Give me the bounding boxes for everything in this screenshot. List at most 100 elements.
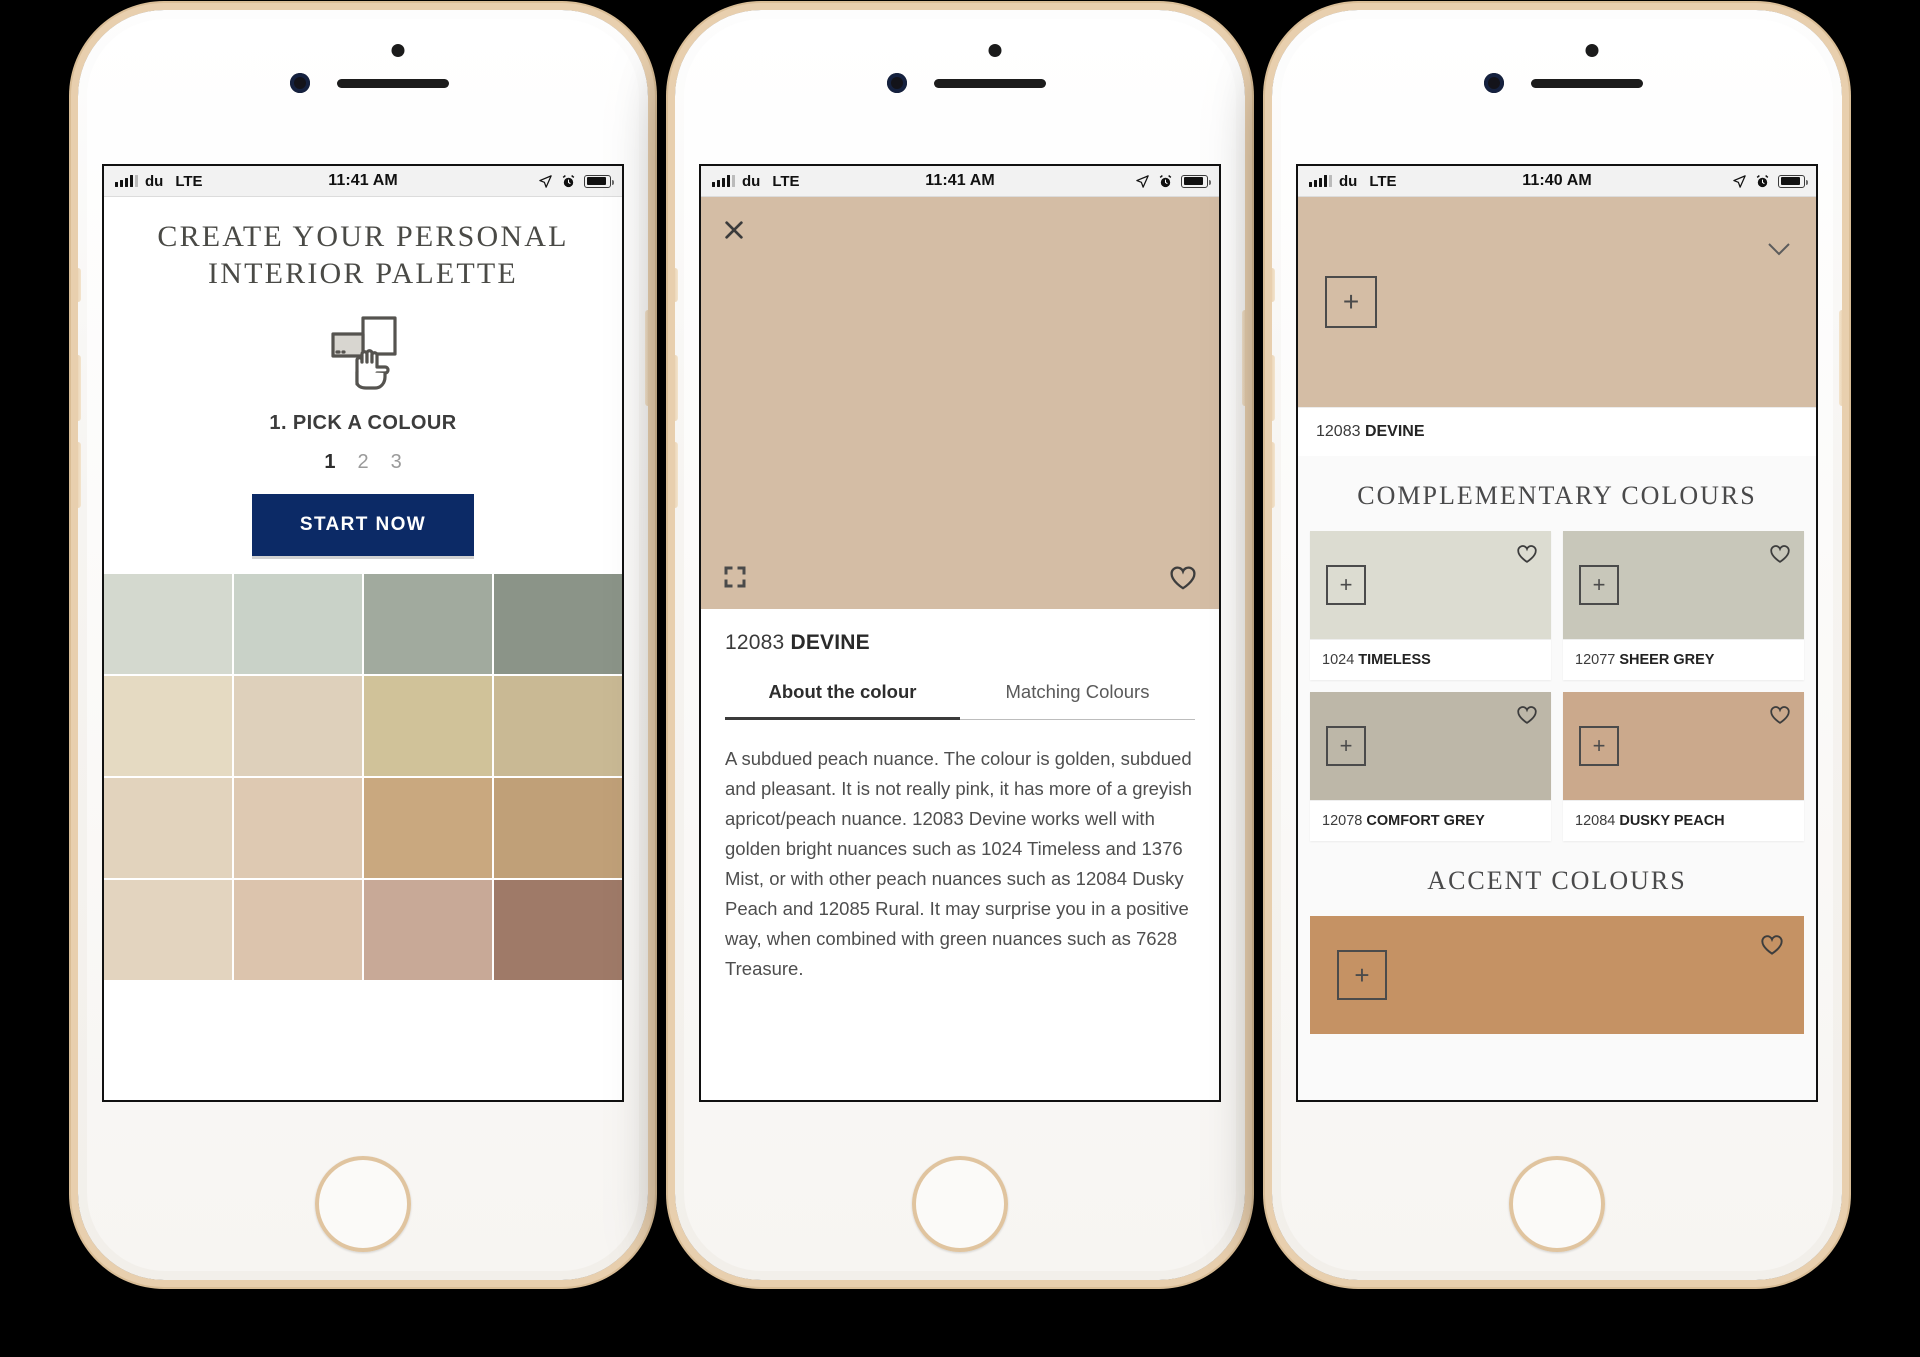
chevron-down-icon[interactable] [1768, 243, 1790, 256]
colour-swatch[interactable] [104, 676, 232, 777]
power-button[interactable] [1839, 310, 1842, 406]
carrier-label: du [145, 172, 164, 190]
colour-card[interactable]: + 12084 DUSKY PEACH [1563, 692, 1804, 841]
tab-matching-colours[interactable]: Matching Colours [960, 681, 1195, 720]
plus-square-icon[interactable]: + [1325, 276, 1377, 328]
volume-down-button[interactable] [1272, 442, 1275, 508]
favourite-heart-icon[interactable] [1769, 705, 1791, 725]
close-icon[interactable] [723, 219, 745, 241]
tab-about-the-colour[interactable]: About the colour [725, 681, 960, 720]
proximity-sensor [988, 44, 1002, 57]
colour-swatch[interactable] [494, 574, 622, 675]
status-left: du LTE [1309, 173, 1397, 190]
favourite-heart-icon[interactable] [1516, 705, 1538, 725]
colour-swatch[interactable] [364, 778, 492, 879]
signal-bars-icon [115, 175, 138, 187]
colour-swatch[interactable] [364, 880, 492, 981]
detail-tabs: About the colour Matching Colours [725, 681, 1195, 720]
colour-card-name: DUSKY PEACH [1619, 813, 1725, 829]
colour-swatch[interactable] [364, 676, 492, 777]
earpiece-speaker [934, 79, 1046, 88]
colour-card-code: 12078 [1322, 813, 1363, 829]
status-time: 11:41 AM [925, 172, 995, 189]
colour-card[interactable]: + 12077 SHEER GREY [1563, 531, 1804, 680]
colour-card[interactable]: + 12078 COMFORT GREY [1310, 692, 1551, 841]
phone-device-2: du LTE 11:41 AM 12083 DEVINE About the c… [675, 10, 1245, 1280]
step-1[interactable]: 1 [324, 451, 335, 474]
colour-title: 12083 DEVINE [725, 631, 1195, 655]
battery-icon [584, 174, 614, 188]
colour-swatch[interactable] [234, 574, 362, 675]
plus-square-icon[interactable]: + [1579, 565, 1619, 605]
accent-colour-card[interactable]: + [1310, 916, 1804, 1034]
power-button[interactable] [1242, 310, 1245, 406]
colour-swatch[interactable] [494, 778, 622, 879]
status-bar-3: du LTE 11:40 AM [1298, 166, 1816, 197]
volume-up-button[interactable] [78, 355, 81, 421]
carrier-label: du [1339, 172, 1358, 190]
complementary-colours-grid: + 1024 TIMELESS + 12077 SHEER GREY + 120… [1298, 531, 1816, 841]
colour-swatch[interactable] [104, 574, 232, 675]
front-camera [1484, 73, 1504, 93]
status-right [1135, 174, 1211, 189]
favourite-heart-icon[interactable] [1169, 565, 1197, 591]
alarm-clock-icon [562, 174, 575, 187]
carrier-label: du [742, 172, 761, 190]
expand-fullscreen-icon[interactable] [723, 565, 747, 589]
colour-card-name: SHEER GREY [1619, 652, 1715, 668]
favourite-heart-icon[interactable] [1769, 544, 1791, 564]
colour-card-swatch[interactable]: + [1310, 692, 1551, 800]
plus-square-icon[interactable]: + [1579, 726, 1619, 766]
location-arrow-icon [539, 174, 552, 188]
colour-swatch[interactable] [104, 880, 232, 981]
volume-up-button[interactable] [675, 355, 678, 421]
location-arrow-icon [1733, 174, 1746, 188]
volume-down-button[interactable] [78, 442, 81, 508]
colour-swatch[interactable] [494, 880, 622, 981]
front-camera [887, 73, 907, 93]
phone-1-content: CREATE YOUR PERSONAL INTERIOR PALETTE 1.… [104, 197, 622, 1100]
plus-square-icon[interactable]: + [1326, 565, 1366, 605]
mute-switch[interactable] [78, 268, 81, 302]
selected-colour-code: 12083 [1316, 423, 1361, 440]
colour-swatch[interactable] [234, 676, 362, 777]
home-button[interactable] [912, 1156, 1008, 1252]
accent-colour-swatch[interactable]: + [1310, 916, 1804, 1034]
mute-switch[interactable] [1272, 268, 1275, 302]
volume-up-button[interactable] [1272, 355, 1275, 421]
phone-device-1: du LTE 11:41 AM CREATE YOUR PERSONAL INT… [78, 10, 648, 1280]
step-3[interactable]: 3 [391, 451, 402, 474]
page-title-line-1: CREATE YOUR PERSONAL [157, 220, 569, 253]
colour-swatch[interactable] [104, 778, 232, 879]
mute-switch[interactable] [675, 268, 678, 302]
colour-swatch[interactable] [234, 880, 362, 981]
colour-card[interactable]: + 1024 TIMELESS [1310, 531, 1551, 680]
colour-swatch[interactable] [234, 778, 362, 879]
page-title: CREATE YOUR PERSONAL INTERIOR PALETTE [122, 219, 604, 292]
earpiece-speaker [337, 79, 449, 88]
colour-swatch[interactable] [364, 574, 492, 675]
home-button[interactable] [1509, 1156, 1605, 1252]
step-indicator: 1 2 3 [122, 451, 604, 474]
start-now-button[interactable]: START NOW [252, 494, 474, 557]
colour-card-swatch[interactable]: + [1563, 531, 1804, 639]
colour-description: A subdued peach nuance. The colour is go… [725, 748, 1192, 979]
step-2[interactable]: 2 [357, 451, 368, 474]
colour-info: 12083 DEVINE About the colour Matching C… [701, 609, 1219, 720]
power-button[interactable] [645, 310, 648, 406]
colour-card-code: 12077 [1575, 652, 1616, 668]
plus-square-icon[interactable]: + [1326, 726, 1366, 766]
phone-1-screen: du LTE 11:41 AM CREATE YOUR PERSONAL INT… [104, 166, 622, 1100]
home-button[interactable] [315, 1156, 411, 1252]
colour-card-name: COMFORT GREY [1366, 813, 1485, 829]
status-bar-2: du LTE 11:41 AM [701, 166, 1219, 197]
colour-swatch[interactable] [494, 676, 622, 777]
colour-card-swatch[interactable]: + [1310, 531, 1551, 639]
volume-down-button[interactable] [675, 442, 678, 508]
favourite-heart-icon[interactable] [1760, 934, 1784, 956]
proximity-sensor [391, 44, 405, 57]
plus-square-icon[interactable]: + [1337, 950, 1387, 1000]
favourite-heart-icon[interactable] [1516, 544, 1538, 564]
selected-colour-swatch[interactable]: + [1298, 197, 1816, 407]
colour-card-swatch[interactable]: + [1563, 692, 1804, 800]
